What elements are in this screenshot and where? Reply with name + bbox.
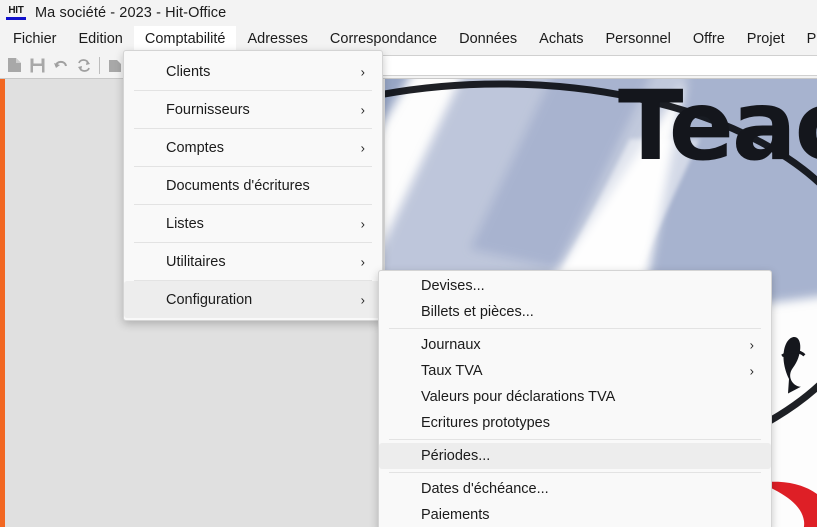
menu-separator xyxy=(389,328,761,329)
menubar-item-fichier[interactable]: Fichier xyxy=(2,26,68,52)
toolbar-empty-area xyxy=(312,54,817,76)
chevron-right-icon: › xyxy=(749,363,754,379)
menu-item-taux-tva[interactable]: Taux TVA › xyxy=(379,358,771,384)
dropdown-menu-comptabilite[interactable]: Clients › Fournisseurs › Comptes › Documents d… xyxy=(123,50,383,321)
menu-separator xyxy=(389,472,761,473)
menubar-item-projet[interactable]: Projet xyxy=(736,26,796,52)
menu-bar[interactable]: Fichier Edition Comptabilité Adresses Corres… xyxy=(0,26,817,52)
chevron-right-icon: › xyxy=(749,337,754,353)
menubar-item-comptabilit-[interactable]: Comptabilité xyxy=(133,26,237,52)
title-bar: HIT Ma société - 2023 - Hit-Office xyxy=(0,0,817,26)
new-document-icon[interactable] xyxy=(3,54,26,77)
menu-item-comptes[interactable]: Comptes › xyxy=(124,129,382,166)
menu-item-label: Périodes... xyxy=(421,448,491,464)
accent-stripe xyxy=(0,79,5,527)
menu-item-label: Ecritures prototypes xyxy=(421,415,550,431)
refresh-icon[interactable] xyxy=(72,54,95,77)
menu-item-paiements[interactable]: Paiements xyxy=(379,502,771,527)
app-icon-underline xyxy=(6,17,26,20)
menu-item-billets-et-pièces[interactable]: Billets et pièces... xyxy=(379,299,771,325)
menu-item-label: Listes xyxy=(166,215,204,232)
chevron-right-icon: › xyxy=(360,216,365,231)
menu-item-ecritures-prototypes[interactable]: Ecritures prototypes xyxy=(379,410,771,436)
menu-item-journaux[interactable]: Journaux › xyxy=(379,332,771,358)
menu-item-fournisseurs[interactable]: Fournisseurs › xyxy=(124,91,382,128)
chevron-right-icon: › xyxy=(360,102,365,117)
hit-logo-icon: HIT xyxy=(5,5,27,21)
menu-item-label: Paiements xyxy=(421,507,490,523)
menu-item-clients[interactable]: Clients › xyxy=(124,53,382,90)
menu-item-devises[interactable]: Devises... xyxy=(379,273,771,299)
menu-separator xyxy=(389,439,761,440)
menubar-item-achats[interactable]: Achats xyxy=(528,26,594,52)
menu-item-label: Dates d'échéance... xyxy=(421,481,549,497)
window-title: Ma société - 2023 - Hit-Office xyxy=(35,5,227,21)
menu-item-périodes[interactable]: Périodes... xyxy=(379,443,771,469)
menubar-item-edition[interactable]: Edition xyxy=(68,26,134,52)
chevron-right-icon: › xyxy=(360,254,365,269)
menu-item-label: Valeurs pour déclarations TVA xyxy=(421,389,616,405)
menubar-item-offre[interactable]: Offre xyxy=(682,26,736,52)
menubar-item-planning[interactable]: Planning xyxy=(796,26,817,52)
menubar-item-correspondance[interactable]: Correspondance xyxy=(319,26,448,52)
menu-item-valeurs-pour-déclarations-tva[interactable]: Valeurs pour déclarations TVA xyxy=(379,384,771,410)
menu-item-label: Clients xyxy=(166,63,211,80)
menu-item-documents-d-écritures[interactable]: Documents d'écritures xyxy=(124,167,382,204)
submenu-configuration[interactable]: Devises... Billets et pièces... Journaux › T… xyxy=(378,270,772,527)
menubar-item-personnel[interactable]: Personnel xyxy=(595,26,682,52)
svg-text:Teac: Teac xyxy=(618,79,817,182)
save-icon[interactable] xyxy=(26,54,49,77)
chevron-right-icon: › xyxy=(360,292,365,307)
menu-item-label: Billets et pièces... xyxy=(421,304,534,320)
chevron-right-icon: › xyxy=(360,64,365,79)
application-window: Coac Teac HIT Ma société - 2023 - Hit-Of… xyxy=(0,0,817,527)
menubar-item-donn-es[interactable]: Données xyxy=(448,26,528,52)
toolbar-separator xyxy=(99,56,100,74)
undo-icon[interactable] xyxy=(49,54,72,77)
menu-item-configuration[interactable]: Configuration › xyxy=(124,281,382,318)
menu-item-label: Fournisseurs xyxy=(166,101,250,118)
menu-item-listes[interactable]: Listes › xyxy=(124,205,382,242)
chevron-right-icon: › xyxy=(360,140,365,155)
menu-item-label: Devises... xyxy=(421,278,485,294)
menu-item-label: Journaux xyxy=(421,337,481,353)
menu-item-dates-d-échéance[interactable]: Dates d'échéance... xyxy=(379,476,771,502)
menu-item-label: Taux TVA xyxy=(421,363,483,379)
menubar-item-adresses[interactable]: Adresses xyxy=(236,26,318,52)
menu-item-utilitaires[interactable]: Utilitaires › xyxy=(124,243,382,280)
menu-item-label: Utilitaires xyxy=(166,253,226,270)
menu-item-label: Documents d'écritures xyxy=(166,177,310,194)
menu-item-label: Configuration xyxy=(166,291,253,308)
app-icon-text: HIT xyxy=(8,5,24,16)
menu-item-label: Comptes xyxy=(166,139,225,156)
